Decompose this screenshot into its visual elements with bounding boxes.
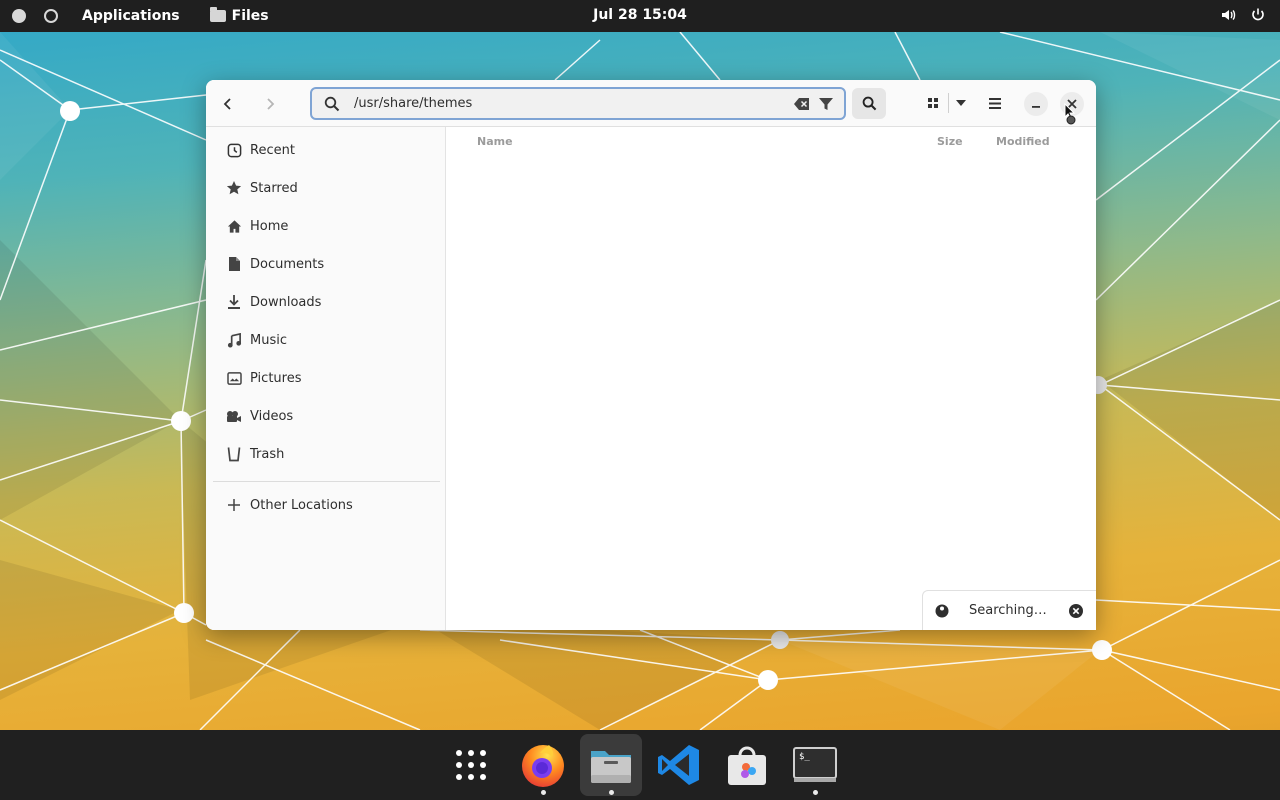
cancel-search-icon[interactable] xyxy=(1068,603,1084,619)
app-grid-icon xyxy=(456,750,486,780)
search-button[interactable] xyxy=(852,88,886,119)
sidebar-item-recent[interactable]: Recent xyxy=(206,133,446,167)
dock-terminal[interactable]: $_ xyxy=(784,734,846,796)
sidebar-item-pictures[interactable]: Pictures xyxy=(206,361,446,395)
clock-icon xyxy=(226,142,242,158)
sidebar-item-label: Documents xyxy=(250,256,325,272)
files-window: Recent Starred Home Documents Downloads xyxy=(206,80,1096,630)
folder-icon xyxy=(209,7,226,22)
minimize-button[interactable] xyxy=(1024,92,1048,116)
sidebar-item-label: Downloads xyxy=(250,294,322,310)
plus-icon xyxy=(226,497,242,513)
chevron-right-icon xyxy=(267,98,275,110)
sidebar-item-label: Trash xyxy=(250,446,285,462)
dock-firefox[interactable] xyxy=(512,734,574,796)
sidebar-item-other-locations[interactable]: Other Locations xyxy=(206,488,446,522)
column-header-name[interactable]: Name xyxy=(477,135,513,148)
music-icon xyxy=(226,332,242,348)
view-separator xyxy=(948,93,949,113)
column-header-modified[interactable]: Modified xyxy=(996,135,1050,148)
firefox-icon xyxy=(522,745,564,787)
trash-icon xyxy=(226,446,242,462)
workspace-indicator[interactable] xyxy=(44,9,58,23)
sidebar-item-home[interactable]: Home xyxy=(206,209,446,243)
running-indicator xyxy=(813,790,818,795)
sidebar-item-trash[interactable]: Trash xyxy=(206,437,446,471)
clear-entry-icon[interactable] xyxy=(792,94,812,114)
sidebar-item-label: Starred xyxy=(250,180,298,196)
places-sidebar: Recent Starred Home Documents Downloads xyxy=(206,127,446,630)
hamburger-icon xyxy=(989,97,1001,109)
dock-vscode[interactable] xyxy=(648,734,710,796)
spinner-icon xyxy=(935,604,949,617)
terminal-icon: $_ xyxy=(793,747,837,782)
search-icon xyxy=(322,94,342,114)
back-button[interactable] xyxy=(213,90,243,118)
sidebar-item-label: Pictures xyxy=(250,370,302,386)
active-app-label: Files xyxy=(231,8,269,24)
sidebar-item-label: Videos xyxy=(250,408,294,424)
sidebar-item-label: Other Locations xyxy=(250,497,353,513)
search-icon xyxy=(862,96,876,111)
main-menu-button[interactable] xyxy=(982,90,1008,116)
chevron-left-icon xyxy=(223,98,231,110)
vscode-icon xyxy=(658,745,699,785)
searching-notification: Searching… xyxy=(922,590,1096,630)
sidebar-item-downloads[interactable]: Downloads xyxy=(206,285,446,319)
grid-view-button[interactable] xyxy=(920,90,946,116)
headerbar xyxy=(206,80,1096,127)
sidebar-item-label: Recent xyxy=(250,142,295,158)
minimize-icon xyxy=(1032,106,1040,108)
dock: $_ xyxy=(0,730,1280,800)
sidebar-item-label: Music xyxy=(250,332,287,348)
mouse-pointer-icon xyxy=(1064,103,1076,125)
workspace-indicator-active[interactable] xyxy=(12,9,26,23)
location-input[interactable] xyxy=(354,96,792,111)
top-panel: Applications Files Jul 28 15:04 xyxy=(0,0,1280,32)
download-icon xyxy=(226,294,242,310)
power-icon[interactable] xyxy=(1250,7,1266,27)
grid-icon xyxy=(928,98,938,108)
sidebar-item-videos[interactable]: Videos xyxy=(206,399,446,433)
sidebar-item-documents[interactable]: Documents xyxy=(206,247,446,281)
shopping-bag-icon xyxy=(728,746,766,785)
chevron-down-icon xyxy=(956,100,966,106)
video-icon xyxy=(226,408,242,424)
applications-menu[interactable]: Applications xyxy=(82,8,180,24)
active-app-menu[interactable]: Files xyxy=(209,7,269,24)
sidebar-divider xyxy=(213,481,440,482)
home-icon xyxy=(226,218,242,234)
dock-software-store[interactable] xyxy=(716,734,778,796)
clock[interactable]: Jul 28 15:04 xyxy=(593,7,687,23)
svg-text:$_: $_ xyxy=(799,752,810,762)
sidebar-item-music[interactable]: Music xyxy=(206,323,446,357)
location-entry[interactable] xyxy=(310,87,846,120)
star-icon xyxy=(226,180,242,196)
running-indicator xyxy=(609,790,614,795)
searching-text: Searching… xyxy=(969,603,1047,618)
picture-icon xyxy=(226,370,242,386)
column-header-size[interactable]: Size xyxy=(937,135,963,148)
forward-button[interactable] xyxy=(255,90,285,118)
running-indicator xyxy=(541,790,546,795)
sidebar-item-starred[interactable]: Starred xyxy=(206,171,446,205)
view-options-dropdown[interactable] xyxy=(950,90,972,116)
dock-app-grid[interactable] xyxy=(440,734,502,796)
sidebar-item-label: Home xyxy=(250,218,289,234)
files-app-icon xyxy=(591,751,631,783)
document-icon xyxy=(226,256,242,272)
dock-files[interactable] xyxy=(580,734,642,796)
file-list-view[interactable]: Name Size Modified xyxy=(447,127,1096,630)
filter-icon[interactable] xyxy=(816,94,836,114)
speaker-icon[interactable] xyxy=(1220,7,1236,27)
